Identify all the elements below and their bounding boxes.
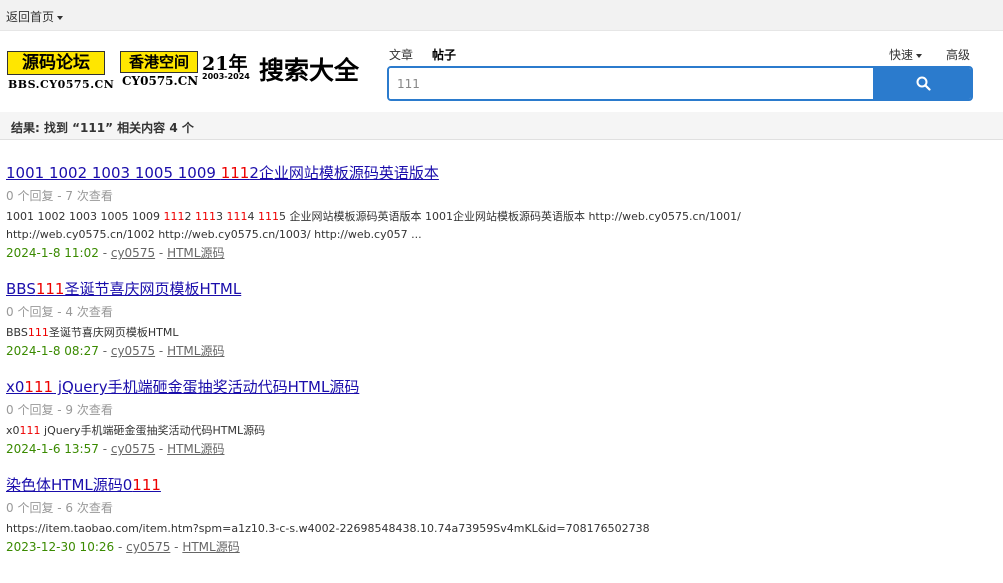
search-input[interactable] (389, 68, 873, 99)
search-box (387, 66, 973, 101)
result-item: 染色体HTML源码0111 0 个回复 - 6 次查看 https://item… (6, 474, 996, 555)
caret-down-icon (916, 53, 923, 58)
home-link[interactable]: 返回首页 (6, 8, 64, 25)
result-info: 2024-1-8 11:02 - cy0575 - HTML源码 (6, 246, 225, 260)
result-author-link[interactable]: cy0575 (111, 246, 155, 260)
results-summary: 结果: 找到 “111” 相关内容 4 个 (11, 121, 194, 135)
results-summary-bar: 结果: 找到 “111” 相关内容 4 个 (0, 112, 1003, 140)
advanced-search-link[interactable]: 高级 (946, 46, 970, 63)
search-icon (916, 76, 931, 91)
top-bar: 返回首页 (0, 0, 1003, 31)
result-stats: 0 个回复 - 4 次查看 (6, 305, 113, 319)
hosting-logo[interactable]: 香港空间 (120, 51, 198, 73)
result-title-link[interactable]: 染色体HTML源码0111 (6, 474, 161, 495)
result-stats: 0 个回复 - 7 次查看 (6, 189, 113, 203)
caret-down-icon (57, 15, 64, 20)
result-forum-link[interactable]: HTML源码 (167, 344, 224, 358)
result-snippet: BBS111圣诞节喜庆网页模板HTML (6, 326, 179, 339)
result-author-link[interactable]: cy0575 (111, 344, 155, 358)
quick-search-dropdown[interactable]: 快速 (889, 46, 923, 63)
result-date: 2024-1-6 13:57 (6, 442, 99, 456)
result-title-link[interactable]: x0111 jQuery手机端砸金蛋抽奖活动代码HTML源码 (6, 376, 359, 397)
result-date: 2024-1-8 08:27 (6, 344, 99, 358)
result-snippet: x0111 jQuery手机端砸金蛋抽奖活动代码HTML源码 (6, 424, 266, 437)
result-forum-link[interactable]: HTML源码 (167, 246, 224, 260)
site-title: 搜索大全 (259, 56, 360, 85)
result-info: 2023-12-30 10:26 - cy0575 - HTML源码 (6, 540, 240, 554)
search-type-article[interactable]: 文章 (389, 46, 413, 63)
result-snippet: 1001 1002 1003 1005 1009 1112 1113 1114 … (6, 210, 741, 241)
search-button[interactable] (873, 68, 971, 99)
search-type-post[interactable]: 帖子 (432, 46, 456, 63)
result-title-link[interactable]: 1001 1002 1003 1005 1009 1112企业网站模板源码英语版… (6, 162, 439, 183)
result-author-link[interactable]: cy0575 (111, 442, 155, 456)
forum-logo-domain: BBS.CY0575.CN (8, 78, 115, 91)
result-info: 2024-1-6 13:57 - cy0575 - HTML源码 (6, 442, 225, 456)
result-author-link[interactable]: cy0575 (126, 540, 170, 554)
result-forum-link[interactable]: HTML源码 (167, 442, 224, 456)
result-snippet: https://item.taobao.com/item.htm?spm=a1z… (6, 522, 650, 535)
forum-logo[interactable]: 源码论坛 (7, 51, 105, 75)
result-title-link[interactable]: BBS111圣诞节喜庆网页模板HTML (6, 278, 241, 299)
hosting-logo-domain: CY0575.CN (122, 74, 199, 88)
result-item: 1001 1002 1003 1005 1009 1112企业网站模板源码英语版… (6, 162, 996, 261)
result-stats: 0 个回复 - 6 次查看 (6, 501, 113, 515)
result-date: 2024-1-8 11:02 (6, 246, 99, 260)
hosting-logo-range: 2003-2024 (202, 72, 250, 81)
result-info: 2024-1-8 08:27 - cy0575 - HTML源码 (6, 344, 225, 358)
result-forum-link[interactable]: HTML源码 (182, 540, 239, 554)
result-item: BBS111圣诞节喜庆网页模板HTML 0 个回复 - 4 次查看 BBS111… (6, 278, 996, 359)
result-item: x0111 jQuery手机端砸金蛋抽奖活动代码HTML源码 0 个回复 - 9… (6, 376, 996, 457)
result-stats: 0 个回复 - 9 次查看 (6, 403, 113, 417)
result-date: 2023-12-30 10:26 (6, 540, 115, 554)
